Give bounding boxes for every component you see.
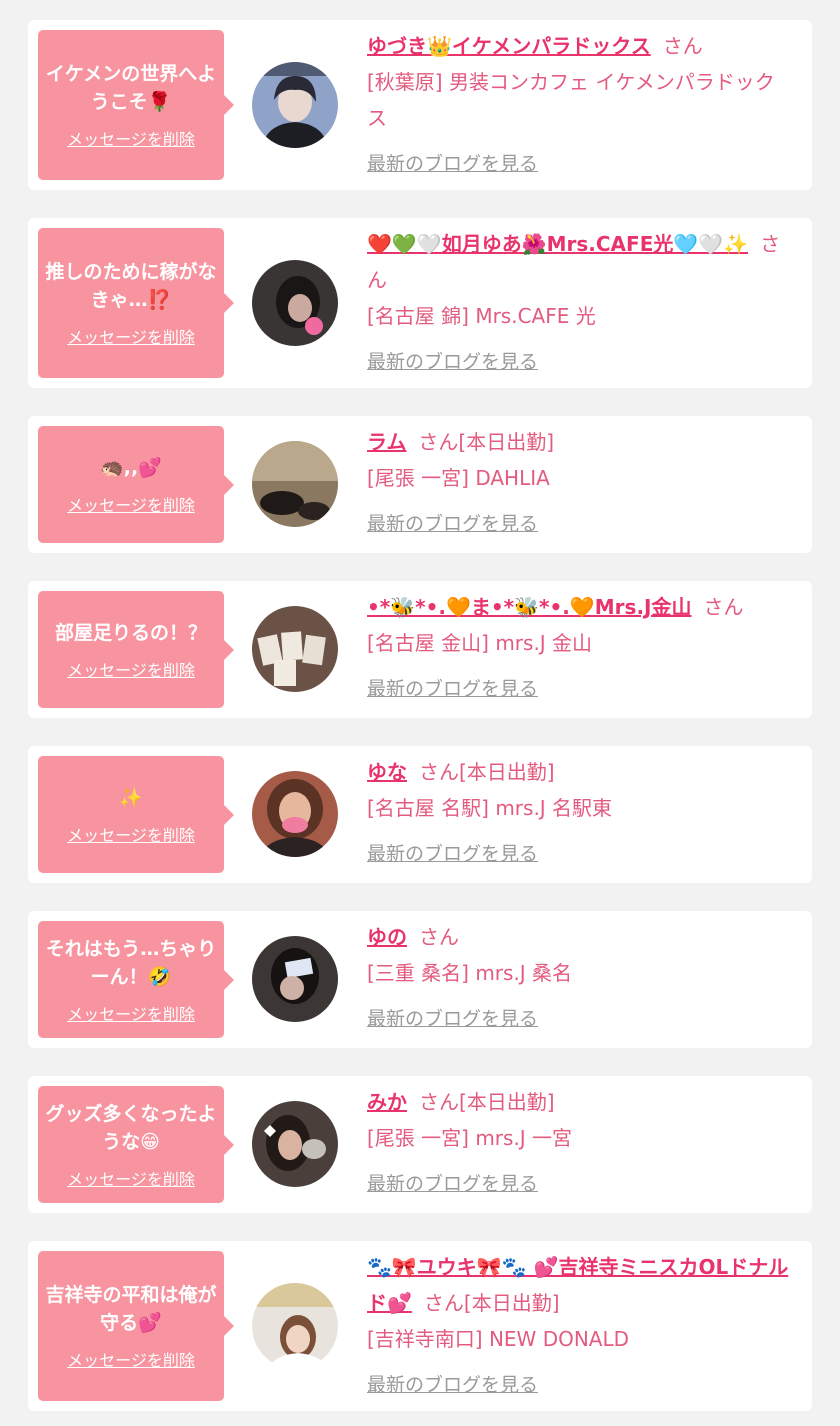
avatar[interactable] — [252, 771, 338, 857]
shop-info: [名古屋 錦] Mrs.CAFE 光 — [367, 304, 596, 328]
cast-name-suffix: さん — [419, 925, 459, 949]
avatar[interactable] — [252, 1101, 338, 1187]
delete-message-link[interactable]: メッセージを削除 — [67, 126, 195, 150]
avatar-photo — [252, 441, 338, 527]
avatar[interactable] — [252, 936, 338, 1022]
avatar[interactable] — [252, 441, 338, 527]
avatar-photo — [252, 260, 338, 346]
delete-message-link[interactable]: メッセージを削除 — [67, 1347, 195, 1371]
shop-info: [名古屋 名駅] mrs.J 名駅東 — [367, 796, 613, 820]
latest-blog-link[interactable]: 最新のブログを見る — [367, 1367, 538, 1403]
cast-name-link[interactable]: •*🐝*•.🧡ま•*🐝*•.🧡Mrs.J金山 — [367, 595, 691, 619]
card-info: みか さん[本日出勤] [尾張 一宮] mrs.J 一宮 最新のブログを見る — [367, 1084, 792, 1202]
avatar-photo — [252, 936, 338, 1022]
avatar-photo — [252, 771, 338, 857]
avatar-photo — [252, 1101, 338, 1187]
avatar-photo — [252, 62, 338, 148]
cast-name-suffix: さん — [703, 595, 744, 619]
cast-name-link[interactable]: ❤️💚🤍如月ゆあ🌺Mrs.CAFE光🩵🤍✨ — [367, 232, 748, 256]
cast-name-link[interactable]: ゆな — [367, 760, 407, 784]
delete-message-link[interactable]: メッセージを削除 — [67, 657, 195, 681]
latest-blog-link[interactable]: 最新のブログを見る — [367, 836, 538, 872]
delete-message-link[interactable]: メッセージを削除 — [67, 822, 195, 846]
shop-info: [秋葉原] 男装コンカフェ イケメンパラドックス — [367, 70, 775, 130]
list-item: 🦔,,💕 メッセージを削除 ラム さん[本日出勤] [尾張 一宮] DAHLIA … — [28, 416, 812, 553]
delete-message-link[interactable]: メッセージを削除 — [67, 492, 195, 516]
list-item: 部屋足りるの！？ メッセージを削除 •*🐝*•.🧡ま•*🐝*•.🧡Mrs.J金山… — [28, 581, 812, 718]
message-bubble: 推しのために稼がなきゃ…⁉️ メッセージを削除 — [38, 228, 234, 378]
message-text: グッズ多くなったような😁 — [45, 1102, 217, 1153]
delete-message-link[interactable]: メッセージを削除 — [67, 324, 195, 348]
message-bubble: それはもう…ちゃりーん！🤣 メッセージを削除 — [38, 921, 234, 1038]
message-text: イケメンの世界へようこそ🌹 — [45, 63, 217, 113]
message-text: ✨ — [119, 786, 143, 809]
message-text: 吉祥寺の平和は俺が守る💕 — [45, 1284, 217, 1334]
list-item: それはもう…ちゃりーん！🤣 メッセージを削除 ゆの さん [三重 桑名] mrs.… — [28, 911, 812, 1048]
avatar[interactable] — [252, 606, 338, 692]
list-item: グッズ多くなったような😁 メッセージを削除 みか さん[本日出勤] [尾張 一宮]… — [28, 1076, 812, 1213]
list-item: ✨ メッセージを削除 ゆな さん[本日出勤] [名古屋 名駅] mrs.J 名駅東… — [28, 746, 812, 883]
avatar-photo — [252, 1283, 338, 1369]
avatar[interactable] — [252, 1283, 338, 1369]
latest-blog-link[interactable]: 最新のブログを見る — [367, 344, 538, 380]
card-info: ゆの さん [三重 桑名] mrs.J 桑名 最新のブログを見る — [367, 919, 792, 1037]
message-bubble: 部屋足りるの！？ メッセージを削除 — [38, 591, 234, 708]
card-info: •*🐝*•.🧡ま•*🐝*•.🧡Mrs.J金山 さん [名古屋 金山] mrs.J … — [367, 589, 792, 707]
shop-info: [名古屋 金山] mrs.J 金山 — [367, 631, 593, 655]
cast-name-suffix: さん[本日出勤] — [418, 430, 555, 454]
card-info: ラム さん[本日出勤] [尾張 一宮] DAHLIA 最新のブログを見る — [367, 424, 792, 542]
message-list: イケメンの世界へようこそ🌹 メッセージを削除 ゆづき👑イケメンパラドックス さん … — [0, 0, 840, 1426]
delete-message-link[interactable]: メッセージを削除 — [67, 1166, 195, 1190]
cast-name-link[interactable]: ゆの — [367, 925, 407, 949]
latest-blog-link[interactable]: 最新のブログを見る — [367, 506, 538, 542]
card-info: ❤️💚🤍如月ゆあ🌺Mrs.CAFE光🩵🤍✨ さん [名古屋 錦] Mrs.CAFE… — [367, 226, 792, 380]
cast-name-link[interactable]: みか — [367, 1090, 407, 1114]
message-bubble: 吉祥寺の平和は俺が守る💕 メッセージを削除 — [38, 1251, 234, 1401]
message-bubble: グッズ多くなったような😁 メッセージを削除 — [38, 1086, 234, 1203]
cast-name-suffix: さん[本日出勤] — [419, 760, 555, 784]
list-item: イケメンの世界へようこそ🌹 メッセージを削除 ゆづき👑イケメンパラドックス さん … — [28, 20, 812, 190]
message-text: それはもう…ちゃりーん！🤣 — [45, 937, 217, 988]
latest-blog-link[interactable]: 最新のブログを見る — [367, 1001, 538, 1037]
message-bubble: ✨ メッセージを削除 — [38, 756, 234, 873]
card-info: ゆづき👑イケメンパラドックス さん [秋葉原] 男装コンカフェ イケメンパラドック… — [367, 28, 792, 182]
shop-info: [尾張 一宮] DAHLIA — [367, 466, 550, 490]
latest-blog-link[interactable]: 最新のブログを見る — [367, 671, 538, 707]
message-bubble: イケメンの世界へようこそ🌹 メッセージを削除 — [38, 30, 234, 180]
latest-blog-link[interactable]: 最新のブログを見る — [367, 1166, 538, 1202]
list-item: 吉祥寺の平和は俺が守る💕 メッセージを削除 🐾🎀ユウキ🎀🐾 💕吉祥寺ミニスカOL… — [28, 1241, 812, 1411]
shop-info: [尾張 一宮] mrs.J 一宮 — [367, 1126, 573, 1150]
avatar[interactable] — [252, 260, 338, 346]
shop-info: [吉祥寺南口] NEW DONALD — [367, 1327, 630, 1351]
list-item: 推しのために稼がなきゃ…⁉️ メッセージを削除 ❤️💚🤍如月ゆあ🌺Mrs.CAF… — [28, 218, 812, 388]
card-info: ゆな さん[本日出勤] [名古屋 名駅] mrs.J 名駅東 最新のブログを見る — [367, 754, 792, 872]
shop-info: [三重 桑名] mrs.J 桑名 — [367, 961, 573, 985]
delete-message-link[interactable]: メッセージを削除 — [67, 1001, 195, 1025]
avatar[interactable] — [252, 62, 338, 148]
cast-name-suffix: さん — [662, 34, 703, 58]
latest-blog-link[interactable]: 最新のブログを見る — [367, 146, 538, 182]
cast-name-suffix: さん[本日出勤] — [419, 1090, 555, 1114]
cast-name-suffix: さん[本日出勤] — [423, 1291, 560, 1315]
message-bubble: 🦔,,💕 メッセージを削除 — [38, 426, 234, 543]
message-text: 🦔,,💕 — [100, 456, 162, 479]
card-info: 🐾🎀ユウキ🎀🐾 💕吉祥寺ミニスカOLドナルド💕 さん[本日出勤] [吉祥寺南口] … — [367, 1249, 792, 1403]
message-text: 推しのために稼がなきゃ…⁉️ — [45, 261, 217, 311]
cast-name-link[interactable]: ラム — [367, 430, 406, 454]
message-text: 部屋足りるの！？ — [54, 621, 207, 644]
avatar-photo — [252, 606, 338, 692]
cast-name-link[interactable]: ゆづき👑イケメンパラドックス — [367, 34, 651, 58]
